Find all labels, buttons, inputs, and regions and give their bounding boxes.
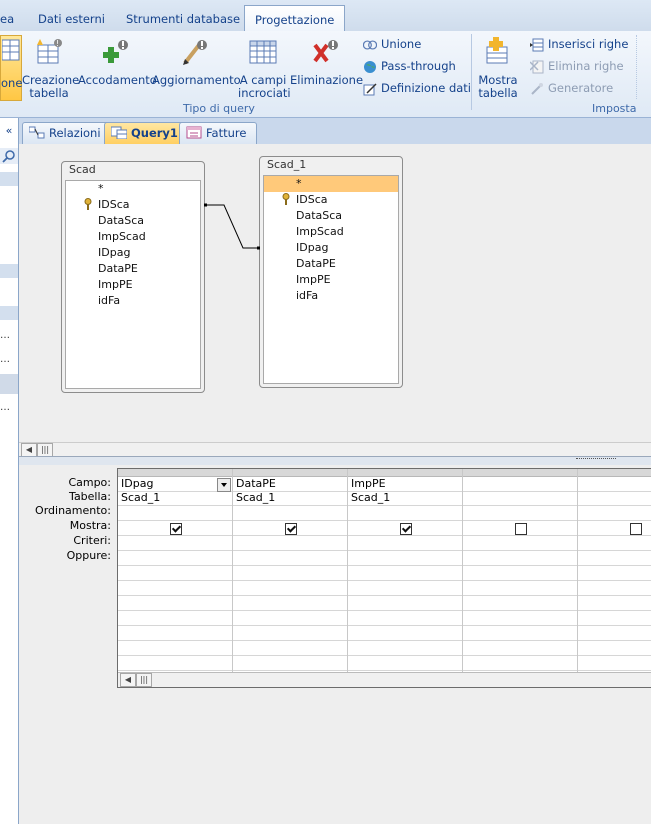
builder-icon: [531, 82, 543, 95]
insert-rows-button[interactable]: Inserisci righe: [530, 35, 628, 53]
collapse-nav-icon[interactable]: «: [0, 124, 18, 137]
campo-cell[interactable]: ImpPE: [351, 477, 386, 491]
relationships-icon: [29, 126, 45, 139]
scroll-thumb[interactable]: |||: [37, 443, 53, 457]
scroll-left-icon[interactable]: ◀: [120, 673, 136, 687]
query-design-pane[interactable]: Scad * IDSca DataSca ImpScad IDpag DataP…: [19, 144, 651, 442]
tab-query1[interactable]: Query1: [104, 122, 189, 144]
query-icon: [111, 126, 127, 139]
dropdown-arrow-icon[interactable]: [217, 478, 231, 492]
nav-group-header[interactable]: [0, 264, 18, 278]
campo-cell[interactable]: IDpag: [121, 477, 153, 491]
show-table-icon: [486, 37, 508, 64]
design-pane-scrollbar[interactable]: ◀ |||: [19, 442, 651, 457]
nav-item[interactable]: …: [0, 330, 10, 341]
insert-rows-icon: [530, 38, 544, 51]
nav-group-header[interactable]: [0, 306, 18, 320]
show-table-button[interactable]: Mostra tabella: [476, 37, 520, 100]
ribbon-overflow-buttons[interactable]: [636, 35, 651, 99]
grid-column-5: [578, 469, 651, 672]
tabella-cell[interactable]: Scad_1: [351, 491, 390, 505]
svg-text:!: !: [56, 39, 59, 48]
splitter-grip[interactable]: [576, 458, 616, 462]
tabella-cell[interactable]: Scad_1: [121, 491, 160, 505]
union-icon: [363, 39, 377, 50]
row-labels: Campo: Tabella: Ordinamento: Mostra: Cri…: [19, 475, 111, 575]
pass-through-button[interactable]: Pass-through: [363, 57, 456, 75]
append-button[interactable]: Accodamento: [78, 37, 157, 87]
group-label-tipo-query: Tipo di query: [183, 102, 255, 115]
campo-cell[interactable]: DataPE: [236, 477, 276, 491]
scroll-left-icon[interactable]: ◀: [21, 443, 37, 457]
tab-dati-esterni[interactable]: Dati esterni: [38, 12, 105, 26]
row-label-tabella: Tabella:: [69, 490, 111, 503]
ribbon-separator: [471, 34, 472, 110]
selection-query-button[interactable]: one: [0, 35, 22, 101]
form-icon: [186, 126, 202, 139]
delete-rows-button[interactable]: Elimina righe: [530, 57, 624, 75]
delete-icon: [313, 40, 338, 63]
navigation-pane[interactable]: « … … …: [0, 118, 19, 824]
tabella-cell[interactable]: Scad_1: [236, 491, 275, 505]
query-grid: IDpag Scad_1 DataPE Scad_1 ImpPE Scad_1 …: [117, 468, 651, 688]
union-button[interactable]: Unione: [363, 35, 421, 53]
mostra-checkbox[interactable]: [515, 523, 527, 535]
grid-scrollbar[interactable]: ◀ |||: [118, 672, 651, 687]
row-label-campo: Campo:: [68, 476, 111, 489]
mostra-checkbox[interactable]: [630, 523, 642, 535]
datasheet-icon: [1, 39, 20, 61]
crosstab-icon: [249, 40, 277, 64]
join-line[interactable]: [19, 144, 651, 442]
data-definition-button[interactable]: Definizione dati: [363, 79, 471, 97]
tab-progettazione[interactable]: Progettazione: [244, 5, 346, 32]
append-icon: [103, 40, 128, 63]
grid-column-4: [463, 469, 578, 672]
tab-relazioni[interactable]: Relazioni: [22, 122, 112, 144]
update-icon: [183, 40, 207, 65]
document-tab-bar: Relazioni Query1 Fatture: [19, 118, 651, 144]
crosstab-button[interactable]: A campi incrociati: [238, 37, 291, 100]
ribbon-tab-bar: ea Dati esterni Strumenti database Proge…: [0, 0, 651, 32]
delete-button[interactable]: Eliminazione: [290, 37, 363, 87]
nav-item[interactable]: …: [0, 402, 10, 413]
builder-button[interactable]: Generatore: [530, 79, 613, 97]
mostra-checkbox[interactable]: [400, 523, 412, 535]
row-label-oppure: Oppure:: [66, 549, 111, 562]
ribbon: one ! Creazione tabella Accodamento Aggi…: [0, 31, 651, 128]
search-icon[interactable]: [0, 148, 18, 164]
nav-group-header[interactable]: [0, 172, 18, 186]
row-label-ordinamento: Ordinamento:: [35, 504, 111, 517]
tab-crea[interactable]: ea: [0, 12, 14, 26]
mostra-checkbox[interactable]: [285, 523, 297, 535]
mostra-checkbox[interactable]: [170, 523, 182, 535]
row-label-mostra: Mostra:: [69, 519, 111, 532]
nav-item-selected[interactable]: [0, 374, 18, 394]
data-definition-icon: [363, 82, 377, 95]
delete-rows-icon: [530, 60, 544, 73]
update-button[interactable]: Aggiornamento: [152, 37, 241, 87]
nav-item[interactable]: …: [0, 354, 10, 365]
create-table-button[interactable]: ! Creazione tabella: [22, 37, 79, 100]
tab-strumenti-database[interactable]: Strumenti database: [126, 12, 240, 26]
pass-through-icon: [364, 60, 376, 73]
tab-fatture[interactable]: Fatture: [179, 122, 258, 144]
row-label-criteri: Criteri:: [73, 534, 111, 547]
create-table-icon: !: [37, 39, 62, 64]
scroll-thumb[interactable]: |||: [136, 673, 152, 687]
